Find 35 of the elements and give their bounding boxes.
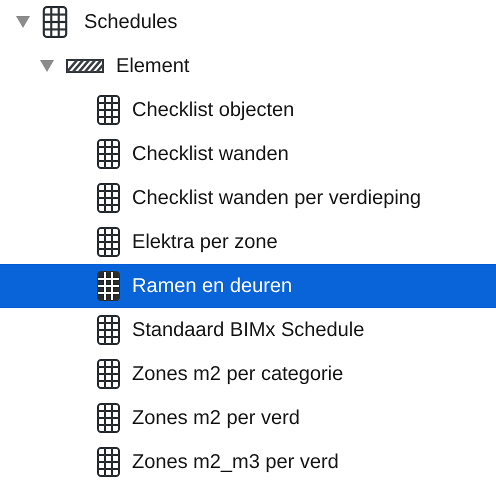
table-icon (97, 271, 120, 301)
tree-item-label: Schedules (84, 10, 178, 35)
tree-row[interactable]: Checklist wanden per verdieping (0, 176, 496, 220)
tree-item-label: Elektra per zone (132, 230, 278, 255)
tree-row[interactable]: Checklist objecten (0, 88, 496, 132)
tree-row[interactable]: Ramen en deuren (0, 264, 496, 308)
tree-item-label: Checklist wanden per verdieping (132, 186, 422, 211)
table-icon (97, 139, 120, 169)
table-icon (97, 227, 120, 257)
tree-item-label: Zones m2 per verd (132, 406, 300, 431)
tree-item-label: Checklist wanden (132, 142, 289, 167)
hatch-icon (66, 59, 104, 73)
tree-row[interactable]: Zones m2 per verd (0, 396, 496, 440)
tree-item-label: Standaard BIMx Schedule (132, 318, 364, 343)
table-icon (97, 315, 120, 345)
tree-row[interactable]: Schedules (0, 0, 496, 44)
table-icon (97, 403, 120, 433)
tree-item-label: Zones m2 per categorie (132, 362, 344, 387)
table-icon (97, 183, 120, 213)
tree-item-label: Element (116, 54, 190, 79)
tree-row[interactable]: Element (0, 44, 496, 88)
table-icon (97, 447, 120, 477)
table-icon (97, 359, 120, 389)
tree-row[interactable]: Zones m2 per categorie (0, 352, 496, 396)
disclosure-triangle-icon[interactable] (16, 16, 30, 28)
tree-row[interactable]: Checklist wanden (0, 132, 496, 176)
tree-row[interactable]: Elektra per zone (0, 220, 496, 264)
table-icon (97, 95, 120, 125)
tree-item-label: Zones m2_m3 per verd (132, 450, 339, 475)
tree-item-label: Checklist objecten (132, 98, 294, 123)
disclosure-triangle-icon[interactable] (40, 60, 54, 72)
table-icon (42, 6, 68, 38)
tree-row[interactable]: Zones m2_m3 per verd (0, 440, 496, 484)
tree-item-label: Ramen en deuren (132, 274, 292, 299)
tree-row[interactable]: Standaard BIMx Schedule (0, 308, 496, 352)
